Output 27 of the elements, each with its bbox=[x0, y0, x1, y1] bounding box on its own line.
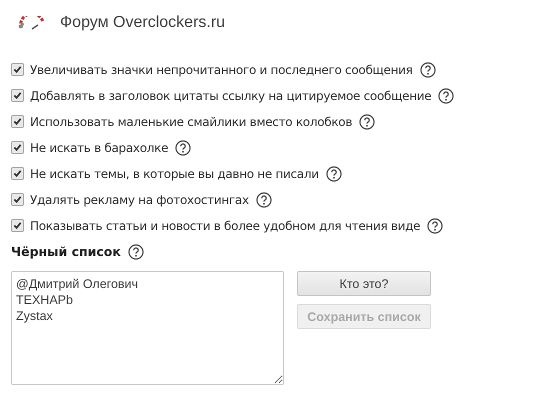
app-title: Форум Overclockers.ru bbox=[60, 14, 226, 32]
section-heading: Чёрный список bbox=[11, 244, 121, 259]
option-label: Не искать темы, в которые вы давно не писали bbox=[30, 166, 319, 180]
help-icon[interactable] bbox=[256, 192, 272, 208]
option-label: Использовать маленькие смайлики вместо колобков bbox=[30, 114, 352, 128]
checkbox[interactable] bbox=[11, 219, 24, 232]
checkbox[interactable] bbox=[11, 115, 24, 128]
help-icon[interactable] bbox=[427, 218, 444, 234]
speedometer-icon bbox=[18, 16, 46, 30]
blacklist-field[interactable]: @Дмитрий Олегович ТЕХНАРb Zystax bbox=[11, 271, 284, 385]
option-label: Увеличивать значки непрочитанного и последнего сообщения bbox=[30, 62, 413, 76]
help-icon[interactable] bbox=[359, 114, 376, 130]
button[interactable]: Кто это? bbox=[297, 271, 431, 296]
checkbox[interactable] bbox=[11, 193, 24, 206]
option-label: Не искать в барахолке bbox=[30, 140, 168, 154]
help-icon[interactable] bbox=[326, 166, 342, 182]
checkbox[interactable] bbox=[11, 141, 24, 154]
help-icon[interactable] bbox=[420, 62, 436, 78]
checkbox[interactable] bbox=[11, 63, 24, 76]
checkbox[interactable] bbox=[11, 167, 24, 180]
option-label: Добавлять в заголовок цитаты ссылку на цитируемое сообщение bbox=[30, 88, 432, 102]
help-icon[interactable] bbox=[175, 140, 192, 156]
option-label: Показывать статьи и новости в более удобном для чтения виде bbox=[30, 218, 420, 232]
help-icon[interactable] bbox=[438, 88, 454, 104]
checkbox[interactable] bbox=[11, 89, 24, 102]
option-label: Удалять рекламу на фотохостингах bbox=[30, 192, 249, 206]
help-icon[interactable] bbox=[128, 244, 144, 260]
